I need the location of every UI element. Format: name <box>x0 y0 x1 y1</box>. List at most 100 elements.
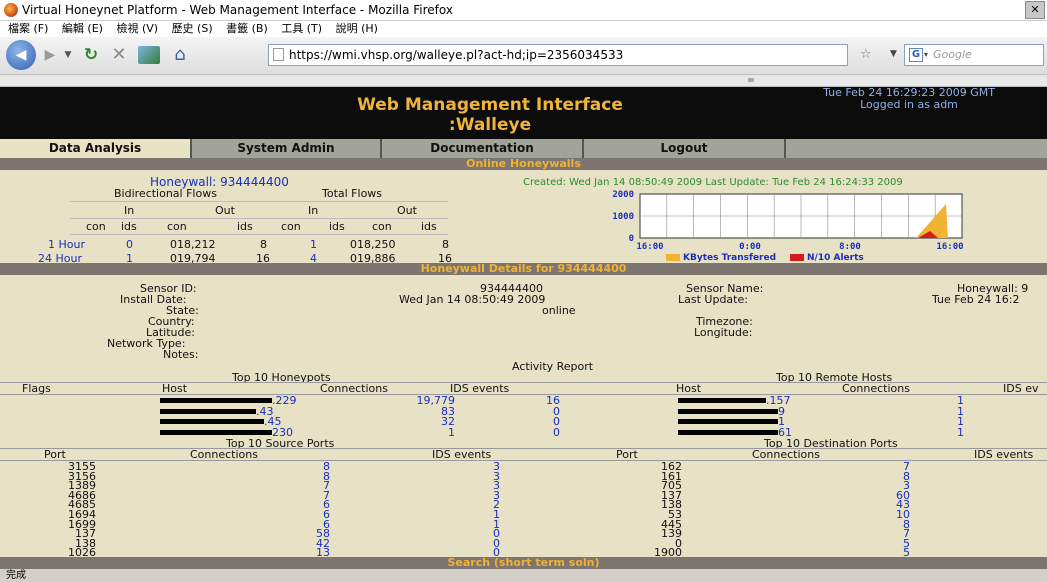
col-ids: ids <box>329 220 345 233</box>
traffic-chart: 2000 1000 0 16:00 0:00 8:00 16:00 <box>612 190 963 252</box>
bi-out-label: Out <box>215 204 235 217</box>
window-close-icon[interactable]: ✕ <box>1025 1 1045 19</box>
redacted-host-bar <box>678 398 766 403</box>
page-icon <box>273 48 284 61</box>
chart-x-tick-label: 16:00 <box>936 242 963 252</box>
menu-file[interactable]: 檔案 (F) <box>8 21 48 37</box>
legend-swatch-alerts <box>790 254 804 261</box>
tab-indicator <box>748 78 754 82</box>
bookmark-image-icon[interactable] <box>138 46 160 64</box>
col-ids: ids <box>121 220 137 233</box>
chart-x-tick-label: 8:00 <box>839 242 861 252</box>
chart-x-tick-label: 16:00 <box>636 242 663 252</box>
url-bar[interactable]: https://wmi.vhsp.org/walleye.pl?act-hd;i… <box>268 44 848 66</box>
tab-documentation[interactable]: Documentation <box>382 139 584 158</box>
col-connections: Connections <box>190 448 258 461</box>
col-host: Host <box>676 382 702 395</box>
menu-tools[interactable]: 工具 (T) <box>281 21 322 37</box>
honeypot-connections[interactable]: 32 <box>395 416 455 427</box>
history-dropdown-icon[interactable]: ▼ <box>62 43 74 67</box>
page-title-line1: Web Management Interface <box>357 95 623 115</box>
tab-logout[interactable]: Logout <box>584 139 786 158</box>
remote-host[interactable]: 61 <box>778 427 792 438</box>
main-nav: Data Analysis System Admin Documentation… <box>0 139 1047 158</box>
reload-icon[interactable]: ↻ <box>80 43 102 67</box>
window-titlebar: Virtual Honeynet Platform - Web Manageme… <box>0 0 1047 21</box>
menu-view[interactable]: 檢視 (V) <box>116 21 158 37</box>
state-value: online <box>542 304 576 317</box>
tab-data-analysis[interactable]: Data Analysis <box>0 139 192 158</box>
divider <box>70 201 448 202</box>
page-title: Web Management Interface :Walleye <box>300 95 680 135</box>
redacted-host-bar <box>160 398 272 403</box>
row-label-1-hour[interactable]: 1 Hour <box>48 239 85 250</box>
url-dropdown-icon[interactable]: ▼ <box>890 49 897 59</box>
browser-menubar: 檔案 (F) 編輯 (E) 檢視 (V) 歷史 (S) 書籤 (B) 工具 (T… <box>0 21 1047 37</box>
bi-in-label: In <box>124 204 135 217</box>
bookmark-star-icon[interactable]: ☆ <box>860 47 872 62</box>
tab-system-admin[interactable]: System Admin <box>192 139 382 158</box>
col-con: con <box>86 220 106 233</box>
search-engine-dropdown-icon[interactable]: ▾ <box>924 45 928 65</box>
longitude-label: Longitude: <box>694 326 753 339</box>
cell: 8 <box>442 238 449 251</box>
forward-arrow-icon[interactable]: ▶ <box>36 43 64 67</box>
cell: 8 <box>260 238 267 251</box>
search-placeholder: Google <box>933 48 972 61</box>
col-port: Port <box>616 448 638 461</box>
col-connections: Connections <box>842 382 910 395</box>
chart-y-tick-label: 0 <box>629 234 634 244</box>
col-ids: ids <box>421 220 437 233</box>
search-input[interactable]: G ▾ Google <box>904 44 1044 66</box>
url-text: https://wmi.vhsp.org/walleye.pl?act-hd;i… <box>289 48 624 62</box>
menu-bookmarks[interactable]: 書籤 (B) <box>226 21 268 37</box>
menu-help[interactable]: 說明 (H) <box>336 21 378 37</box>
col-ids-events: IDS ev <box>1003 382 1039 395</box>
chart-y-ticks: 2000 1000 0 <box>612 190 634 244</box>
install-date-value: Wed Jan 14 08:50:49 2009 <box>399 293 546 306</box>
logged-in-text: Logged in as adm <box>860 98 958 111</box>
home-icon[interactable]: ⌂ <box>168 43 192 67</box>
col-host: Host <box>162 382 188 395</box>
honeywall-details-header: Honeywall Details for 934444400 <box>0 263 1047 275</box>
window-title: Virtual Honeynet Platform - Web Manageme… <box>22 3 453 17</box>
redacted-host-bar <box>160 408 256 414</box>
page-banner: Web Management Interface :Walleye Tue Fe… <box>0 87 1047 139</box>
tot-in-label: In <box>308 204 319 217</box>
firefox-logo-icon <box>4 3 18 17</box>
chart-grid <box>639 193 963 239</box>
divider <box>0 394 1047 395</box>
honeypot-host[interactable]: 230 <box>272 427 293 438</box>
cell[interactable]: 0 <box>126 239 133 250</box>
divider <box>70 218 448 219</box>
menu-edit[interactable]: 編輯 (E) <box>62 21 103 37</box>
remote-connections[interactable]: 1 <box>940 427 964 438</box>
page-content: Web Management Interface :Walleye Tue Fe… <box>0 87 1047 569</box>
search-footer[interactable]: Search (short term soln) <box>0 557 1047 569</box>
browser-window: Virtual Honeynet Platform - Web Manageme… <box>0 0 1047 582</box>
col-port: Port <box>44 448 66 461</box>
back-arrow-icon[interactable]: ◀ <box>6 40 36 70</box>
status-bar: 完成 <box>0 569 1047 582</box>
honeypot-ids[interactable]: 0 <box>530 427 560 438</box>
total-flows-label: Total Flows <box>322 187 383 200</box>
online-honeywalls-header: Online Honeywalls <box>0 158 1047 170</box>
chart-y-tick-label: 2000 <box>612 190 634 200</box>
tab-strip <box>0 75 1047 87</box>
menu-history[interactable]: 歷史 (S) <box>172 21 213 37</box>
redacted-host-bar <box>160 419 264 424</box>
google-icon[interactable]: G <box>909 48 923 62</box>
cell[interactable]: 1 <box>310 239 317 250</box>
last-update-value: Tue Feb 24 16:2 <box>932 293 1020 306</box>
notes-label: Notes: <box>163 348 199 361</box>
col-ids-events: IDS events <box>432 448 492 461</box>
last-update-label: Last Update: <box>678 293 748 306</box>
honeypot-connections[interactable]: 1 <box>395 427 455 438</box>
col-ids-events: IDS events <box>974 448 1034 461</box>
honeypot-host[interactable]: .229 <box>272 395 297 406</box>
cell: 018,250 <box>350 238 396 251</box>
col-ids: ids <box>237 220 253 233</box>
cell: 018,212 <box>170 238 216 251</box>
stop-icon[interactable]: ✕ <box>108 43 130 67</box>
banner-datetime: Tue Feb 24 16:29:23 2009 GMT Logged in a… <box>779 87 1039 111</box>
